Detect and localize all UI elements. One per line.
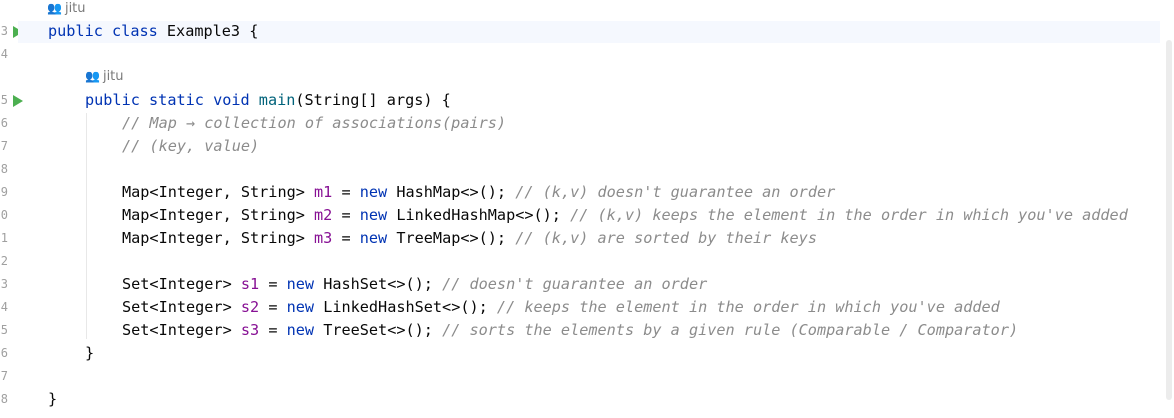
code-line-m1[interactable]: Map<Integer, String> m1 = new HashMap<>(… bbox=[122, 183, 835, 201]
class-close-brace[interactable]: } bbox=[48, 390, 57, 408]
line-number: 8 bbox=[0, 392, 8, 406]
indent-guide bbox=[86, 113, 87, 339]
user-icon: 👥 bbox=[85, 69, 100, 83]
editor-gutter: 3 4 5 6 7 8 9 0 1 2 3 4 5 6 7 8 bbox=[0, 0, 23, 418]
line-number: 2 bbox=[0, 254, 8, 268]
line-number: 3 bbox=[0, 277, 8, 291]
code-line-m3[interactable]: Map<Integer, String> m3 = new TreeMap<>(… bbox=[122, 229, 817, 247]
line-number: 3 bbox=[0, 24, 8, 38]
line-number: 6 bbox=[0, 346, 8, 360]
line-number: 7 bbox=[0, 369, 8, 383]
vertical-scrollbar[interactable] bbox=[1160, 0, 1174, 418]
main-method-declaration[interactable]: public static void main(String[] args) { bbox=[85, 91, 451, 109]
line-number: 5 bbox=[0, 323, 8, 337]
comment-line[interactable]: // Map → collection of associations(pair… bbox=[122, 114, 506, 132]
line-number: 0 bbox=[0, 208, 8, 222]
code-line-m2[interactable]: Map<Integer, String> m2 = new LinkedHash… bbox=[122, 206, 1128, 224]
line-number: 5 bbox=[0, 93, 8, 107]
code-line-s3[interactable]: Set<Integer> s3 = new TreeSet<>(); // so… bbox=[122, 321, 1018, 339]
line-number: 8 bbox=[0, 162, 8, 176]
user-icon: 👥 bbox=[47, 1, 62, 15]
code-line-s1[interactable]: Set<Integer> s1 = new HashSet<>(); // do… bbox=[122, 275, 707, 293]
comment-line[interactable]: // (key, value) bbox=[122, 137, 259, 155]
line-number: 4 bbox=[0, 300, 8, 314]
author-hint[interactable]: 👥 jitu bbox=[85, 69, 124, 84]
line-number: 9 bbox=[0, 185, 8, 199]
run-main-icon[interactable] bbox=[13, 95, 23, 107]
author-hint[interactable]: 👥 jitu bbox=[47, 1, 86, 16]
class-declaration[interactable]: public class Example3 { bbox=[48, 22, 258, 40]
line-number: 4 bbox=[0, 47, 8, 61]
code-line-s2[interactable]: Set<Integer> s2 = new LinkedHashSet<>();… bbox=[122, 298, 1000, 316]
line-number: 6 bbox=[0, 116, 8, 130]
line-number: 1 bbox=[0, 231, 8, 245]
main-close-brace[interactable]: } bbox=[85, 344, 94, 362]
line-number: 7 bbox=[0, 139, 8, 153]
scroll-thumb[interactable] bbox=[1166, 40, 1172, 400]
